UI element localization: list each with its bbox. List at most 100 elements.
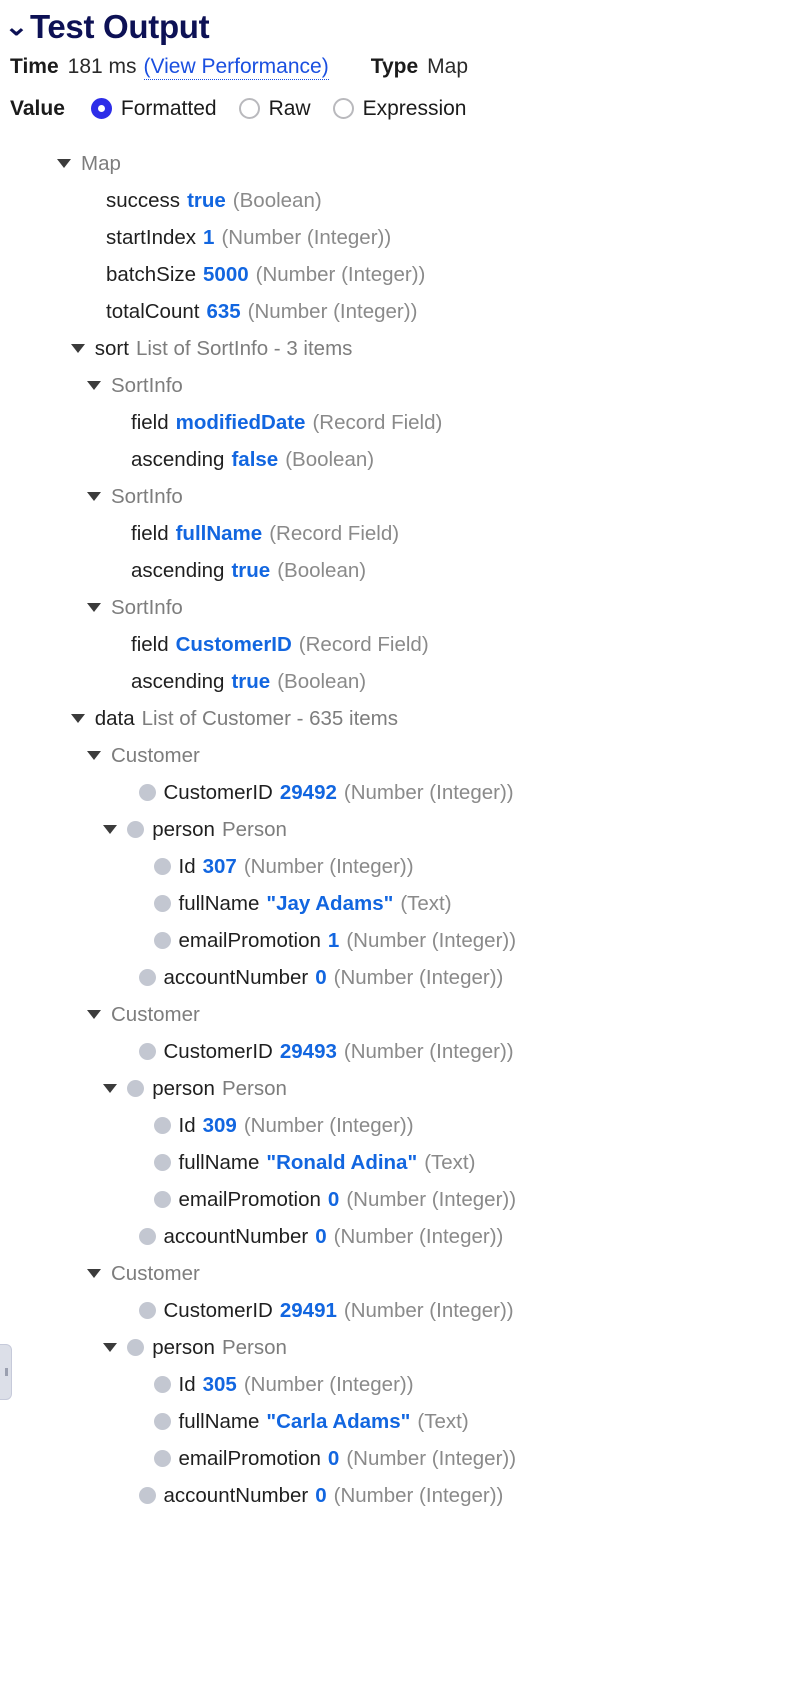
tree-node-name: startIndex [106,225,197,249]
tree-row[interactable]: CustomerID 29493 (Number (Integer)) [0,1033,802,1070]
tree-row[interactable]: ascending true (Boolean) [0,552,802,589]
tree-row[interactable]: accountNumber 0 (Number (Integer)) [0,959,802,996]
tree-row[interactable]: person Person [0,811,802,848]
tree-row[interactable]: person Person [0,1070,802,1107]
tree-row[interactable]: CustomerID 29492 (Number (Integer)) [0,774,802,811]
tree-node-type: (Record Field) [298,632,429,656]
value-label: Value [10,96,65,120]
node-bullet-icon [153,931,171,949]
tree-node-value: 1 [203,225,215,249]
tree-row[interactable]: sort List of SortInfo - 3 items [0,330,802,367]
tree-row[interactable]: SortInfo [0,478,802,515]
tree-node-name: CustomerID [163,780,273,804]
tree-row[interactable]: fullName "Jay Adams" (Text) [0,885,802,922]
tree-node-name: accountNumber [163,1224,309,1248]
tree-row[interactable]: data List of Customer - 635 items [0,700,802,737]
radio-circle-icon [332,98,354,120]
caret-down-icon[interactable] [87,602,101,612]
tree-row[interactable]: fullName "Carla Adams" (Text) [0,1403,802,1440]
tree-node-type: (Text) [417,1409,469,1433]
tree-row[interactable]: Customer [0,996,802,1033]
tree-row[interactable]: ascending true (Boolean) [0,663,802,700]
tree-row[interactable]: SortInfo [0,367,802,404]
view-performance-link[interactable]: (View Performance) [143,55,329,80]
caret-down-icon[interactable] [103,1342,118,1352]
tree-row[interactable]: Customer [0,1255,802,1292]
tree-node-name: emailPromotion [178,1446,321,1470]
node-bullet-icon [127,820,145,838]
caret-down-icon[interactable] [87,491,101,501]
type-value: Map [427,54,469,78]
tree-node-name: CustomerID [163,1298,273,1322]
type-label: Type [370,54,419,78]
tree-node-name: data [94,706,135,730]
tree-row[interactable]: Customer [0,737,802,774]
node-bullet-icon [138,968,156,986]
radio-option-formatted[interactable]: Formatted [90,97,217,121]
caret-down-icon[interactable] [57,158,71,168]
node-bullet-icon [153,1116,171,1134]
node-bullet-icon [127,1079,145,1097]
panel-resize-handle[interactable] [0,1344,12,1400]
tree-node-meta: List of Customer - 635 items [141,706,398,730]
tree-node-type: (Boolean) [277,558,367,582]
tree-node-type: (Boolean) [277,669,367,693]
tree-node-type: (Number (Integer)) [255,262,426,286]
node-bullet-icon [153,894,171,912]
tree-row[interactable]: fullName "Ronald Adina" (Text) [0,1144,802,1181]
tree-row[interactable]: ascending false (Boolean) [0,441,802,478]
tree-node-name: totalCount [106,299,200,323]
tree-row[interactable]: field CustomerID (Record Field) [0,626,802,663]
tree-node-value: true [231,669,271,693]
tree-row[interactable]: accountNumber 0 (Number (Integer)) [0,1477,802,1514]
tree-row[interactable]: emailPromotion 0 (Number (Integer)) [0,1181,802,1218]
tree-node-name: Customer [111,1261,200,1285]
tree-node-type: (Number (Integer)) [243,1113,414,1137]
caret-down-icon[interactable] [87,1009,101,1019]
tree-row[interactable]: SortInfo [0,589,802,626]
caret-down-icon[interactable] [103,824,118,834]
node-bullet-icon [153,1449,171,1467]
tree-node-name: field [131,410,169,434]
caret-down-icon[interactable] [70,343,85,353]
tree-node-name: field [131,632,169,656]
tree-row[interactable]: CustomerID 29491 (Number (Integer)) [0,1292,802,1329]
tree-node-name: person [152,817,215,841]
tree-row[interactable]: Id 307 (Number (Integer)) [0,848,802,885]
tree-row[interactable]: success true (Boolean) [0,182,802,219]
tree-node-type: (Record Field) [312,410,443,434]
tree-row[interactable]: batchSize 5000 (Number (Integer)) [0,256,802,293]
tree-node-value: 0 [315,1224,327,1248]
node-bullet-icon [153,1190,171,1208]
node-bullet-icon [153,857,171,875]
radio-option-raw[interactable]: Raw [238,97,311,121]
tree-row[interactable]: startIndex 1 (Number (Integer)) [0,219,802,256]
caret-down-icon[interactable] [70,713,85,723]
tree-row[interactable]: Map [0,145,802,182]
tree-node-name: ascending [131,669,225,693]
tree-node-value: 307 [202,854,237,878]
chevron-down-icon[interactable]: ⌄ [4,14,28,40]
caret-down-icon[interactable] [87,380,101,390]
tree-node-value: 309 [202,1113,237,1137]
tree-row[interactable]: emailPromotion 0 (Number (Integer)) [0,1440,802,1477]
tree-node-type: (Number (Integer)) [346,1446,517,1470]
caret-down-icon[interactable] [87,1268,101,1278]
tree-row[interactable]: Id 305 (Number (Integer)) [0,1366,802,1403]
tree-row[interactable]: field modifiedDate (Record Field) [0,404,802,441]
tree-row[interactable]: emailPromotion 1 (Number (Integer)) [0,922,802,959]
caret-down-icon[interactable] [87,750,101,760]
tree-row[interactable]: Id 309 (Number (Integer)) [0,1107,802,1144]
tree-row[interactable]: totalCount 635 (Number (Integer)) [0,293,802,330]
tree-node-value: false [231,447,279,471]
tree-node-value: 29492 [279,780,337,804]
tree-row[interactable]: field fullName (Record Field) [0,515,802,552]
tree-node-value: "Jay Adams" [266,891,394,915]
tree-node-name: emailPromotion [178,1187,321,1211]
tree-node-meta: Person [221,1076,287,1100]
tree-row[interactable]: person Person [0,1329,802,1366]
tree-row[interactable]: accountNumber 0 (Number (Integer)) [0,1218,802,1255]
radio-option-expression[interactable]: Expression [332,97,466,121]
tree-node-type: (Number (Integer)) [343,1298,514,1322]
caret-down-icon[interactable] [103,1083,118,1093]
